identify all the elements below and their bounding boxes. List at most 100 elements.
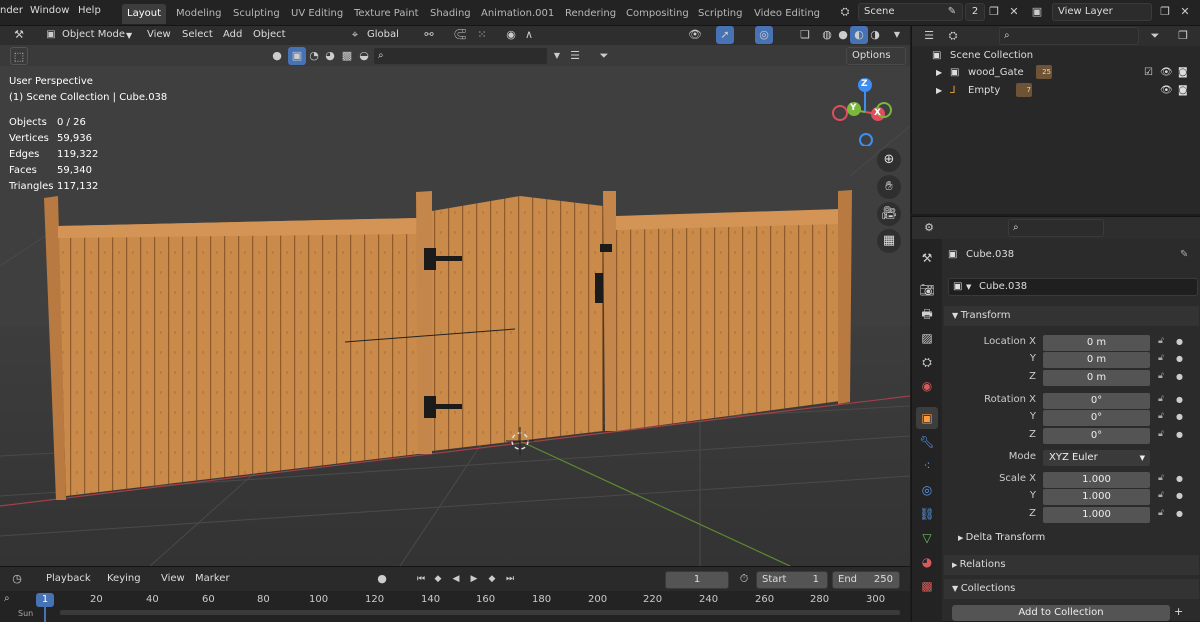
filter-icon[interactable]: ⏷ xyxy=(595,47,613,65)
proportional-edit-icon[interactable]: ◉ xyxy=(502,26,520,44)
keyframe-dot-icon[interactable]: ● xyxy=(1176,430,1183,439)
outliner-item-empty[interactable]: ▶ ⅃ Empty 7 👁︎ ◙ xyxy=(912,82,1200,99)
tab-uv-editing[interactable]: UV Editing xyxy=(286,4,348,24)
rotation-mode-dropdown[interactable]: XYZ Euler ▼ xyxy=(1043,450,1150,466)
menu-window[interactable]: Window xyxy=(30,5,69,16)
eye-icon[interactable]: 👁︎ xyxy=(1160,64,1173,81)
camera-render-icon[interactable]: ◙ xyxy=(1178,64,1188,81)
record-icon[interactable]: ● xyxy=(373,570,391,588)
timeline-editor-icon[interactable]: ◷ xyxy=(8,570,26,588)
menu-add[interactable]: Add xyxy=(223,29,242,40)
location-y-field[interactable]: 0 m xyxy=(1043,352,1150,368)
lock-icon[interactable]: 🔓︎ xyxy=(1158,371,1164,381)
lock-icon[interactable]: 🔓︎ xyxy=(1158,353,1164,363)
stopwatch-icon[interactable]: ⏱ xyxy=(735,570,753,588)
visibility-icon[interactable]: 👁︎ xyxy=(686,26,704,44)
jump-end-icon[interactable]: ⏭ xyxy=(501,570,519,588)
gizmo-toggle-icon[interactable]: ➚ xyxy=(716,26,734,44)
pan-hand-icon[interactable]: ✋︎ xyxy=(877,175,901,199)
search-icon[interactable]: ⌕ xyxy=(4,593,10,604)
filter-image-icon[interactable]: ▩ xyxy=(338,47,356,65)
material-tab-icon[interactable]: ◕ xyxy=(916,551,938,573)
menu-view[interactable]: View xyxy=(147,29,171,40)
play-icon[interactable]: ▶ xyxy=(465,570,483,588)
menu-select[interactable]: Select xyxy=(182,29,213,40)
new-collection-icon[interactable]: ❐ xyxy=(1174,27,1192,45)
delete-scene-icon[interactable]: ✕ xyxy=(1005,3,1023,21)
transform-orientation-icon[interactable]: ⌖ xyxy=(346,26,364,44)
lock-icon[interactable]: 🔓︎ xyxy=(1158,429,1164,439)
lock-icon[interactable]: 🔓︎ xyxy=(1158,490,1164,500)
menu-help[interactable]: Help xyxy=(78,5,101,16)
world-tab-icon[interactable]: ◉ xyxy=(916,375,938,397)
3d-viewport[interactable]: ⚒ ▣ Object Mode ▼ View Select Add Object… xyxy=(0,26,910,566)
lock-icon[interactable]: 🔓︎ xyxy=(1158,473,1164,483)
view-layer-tab-icon[interactable]: ▨ xyxy=(916,327,938,349)
plus-icon[interactable]: + xyxy=(1174,605,1183,618)
tab-video-editing[interactable]: Video Editing xyxy=(749,4,825,24)
texture-tab-icon[interactable]: ▩ xyxy=(916,575,938,597)
rendered-shading-icon[interactable]: ◑ xyxy=(866,26,884,44)
jump-keyframe-back-icon[interactable]: ◆ xyxy=(429,570,447,588)
collections-panel-header[interactable]: ▼ Collections xyxy=(944,579,1199,599)
menu-object[interactable]: Object xyxy=(253,29,286,40)
relations-panel-header[interactable]: ▶ Relations xyxy=(944,555,1199,575)
filter-world-icon[interactable]: ◕ xyxy=(321,47,339,65)
delta-transform-subpanel[interactable]: ▶ Delta Transform xyxy=(958,532,1045,543)
eye-icon[interactable]: 👁︎ xyxy=(1160,82,1173,99)
outliner-search-input[interactable]: ⌕ xyxy=(999,27,1139,45)
current-frame-field[interactable]: 1 xyxy=(665,571,729,589)
scene-tab-icon[interactable]: ⛭ xyxy=(916,351,938,373)
editor-type-icon[interactable]: ⚒ xyxy=(10,26,28,44)
keyframe-dot-icon[interactable]: ● xyxy=(1176,372,1183,381)
properties-editor-icon[interactable]: ⚙ xyxy=(920,219,938,237)
xray-icon[interactable]: ❏ xyxy=(796,26,814,44)
tab-shading[interactable]: Shading xyxy=(425,4,476,24)
tab-modeling[interactable]: Modeling xyxy=(171,4,227,24)
chevron-right-icon[interactable]: ▶ xyxy=(936,64,942,81)
falloff-icon[interactable]: ∧ xyxy=(520,26,538,44)
delete-view-layer-icon[interactable]: ✕ xyxy=(1176,3,1194,21)
scene-icon[interactable]: ⛭ xyxy=(836,3,854,21)
object-tab-icon[interactable]: ▣ xyxy=(916,407,938,429)
keyframe-dot-icon[interactable]: ● xyxy=(1176,474,1183,483)
outliner-root[interactable]: ▣ Scene Collection xyxy=(912,47,1200,64)
jump-keyframe-forward-icon[interactable]: ◆ xyxy=(483,570,501,588)
menu-marker[interactable]: Marker xyxy=(195,573,230,584)
camera-icon[interactable]: 🎥︎ xyxy=(877,202,901,226)
rotation-z-field[interactable]: 0° xyxy=(1043,428,1150,444)
search-options-icon[interactable]: ▼ xyxy=(548,47,566,65)
start-frame-field[interactable]: Start 1 xyxy=(756,571,828,589)
lock-icon[interactable]: 🔓︎ xyxy=(1158,336,1164,346)
keyframe-dot-icon[interactable]: ● xyxy=(1176,412,1183,421)
pin-icon[interactable]: ✎ xyxy=(943,3,961,21)
snap-target-icon[interactable]: ⁙ xyxy=(473,26,491,44)
view-layer-icon[interactable]: ▣ xyxy=(1028,3,1046,21)
keyframe-dot-icon[interactable]: ● xyxy=(1176,491,1183,500)
duplicate-view-layer-icon[interactable]: ❐ xyxy=(1156,3,1174,21)
options-dropdown[interactable]: Options xyxy=(846,47,906,65)
navigation-gizmo[interactable]: Z X Y xyxy=(830,74,902,147)
tab-compositing[interactable]: Compositing xyxy=(621,4,694,24)
sort-icon[interactable]: ☰ xyxy=(566,47,584,65)
outliner-filter-icon[interactable]: ⏷ xyxy=(1146,27,1164,45)
properties-search-input[interactable]: ⌕ xyxy=(1008,219,1104,237)
scale-z-field[interactable]: 1.000 xyxy=(1043,507,1150,523)
view-layer-field[interactable]: View Layer xyxy=(1052,3,1152,21)
menu-playback[interactable]: Playback xyxy=(46,573,91,584)
checkbox-icon[interactable]: ☑ xyxy=(1144,64,1153,81)
modifier-tab-icon[interactable]: 🔧︎ xyxy=(916,431,938,453)
output-tab-icon[interactable]: 🖶︎ xyxy=(916,303,938,325)
object-mode-dropdown[interactable]: Object Mode xyxy=(62,29,125,40)
display-mode-icon[interactable]: ⛭ xyxy=(944,27,962,45)
keyframe-dot-icon[interactable]: ● xyxy=(1176,395,1183,404)
rotation-x-field[interactable]: 0° xyxy=(1043,393,1150,409)
shading-options-icon[interactable]: ▼ xyxy=(888,26,906,44)
lock-icon[interactable]: 🔓︎ xyxy=(1158,411,1164,421)
tab-layout[interactable]: Layout xyxy=(122,4,166,24)
tool-tab-icon[interactable]: ⚒ xyxy=(916,247,938,269)
duplicate-scene-icon[interactable]: ❐ xyxy=(985,3,1003,21)
snap-icon[interactable]: 🧲︎ xyxy=(451,26,469,44)
keyframe-dot-icon[interactable]: ● xyxy=(1176,354,1183,363)
constraints-tab-icon[interactable]: ⛓︎ xyxy=(916,503,938,525)
